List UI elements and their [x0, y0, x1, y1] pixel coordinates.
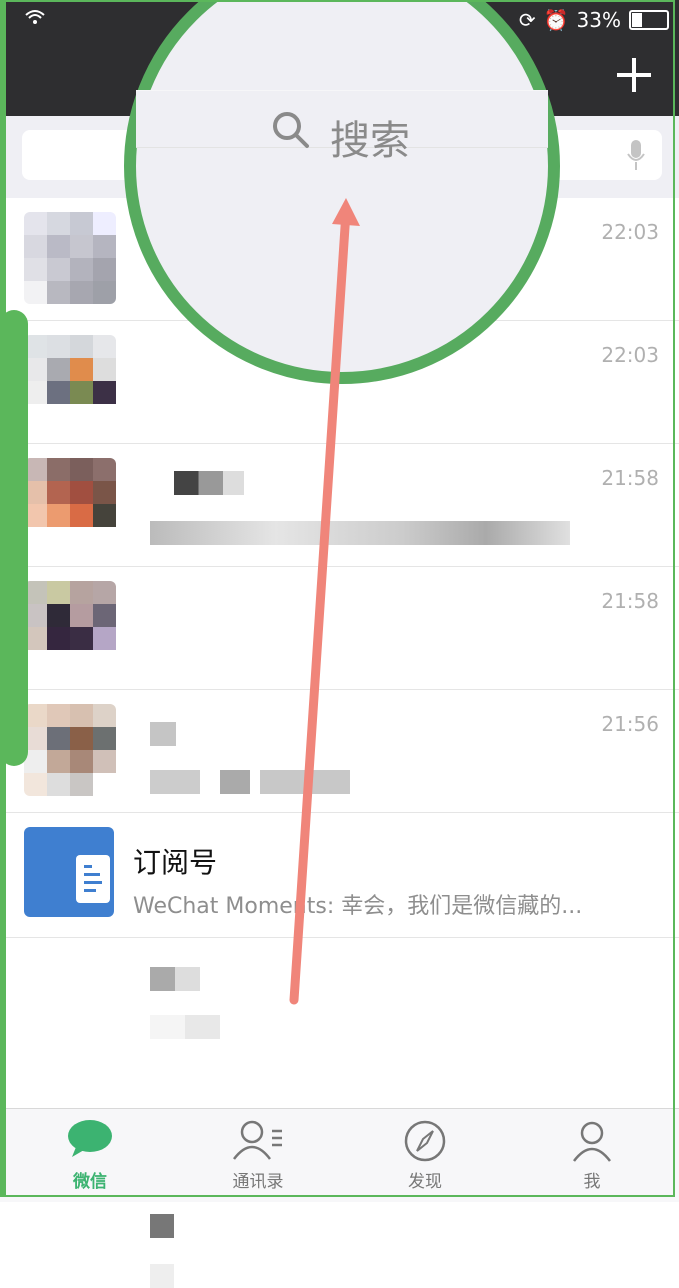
annotation-arrow: [289, 198, 360, 1005]
annotation-green-mark: [0, 310, 28, 766]
blurred-preview: [150, 1264, 174, 1288]
blurred-name: [150, 1214, 174, 1238]
